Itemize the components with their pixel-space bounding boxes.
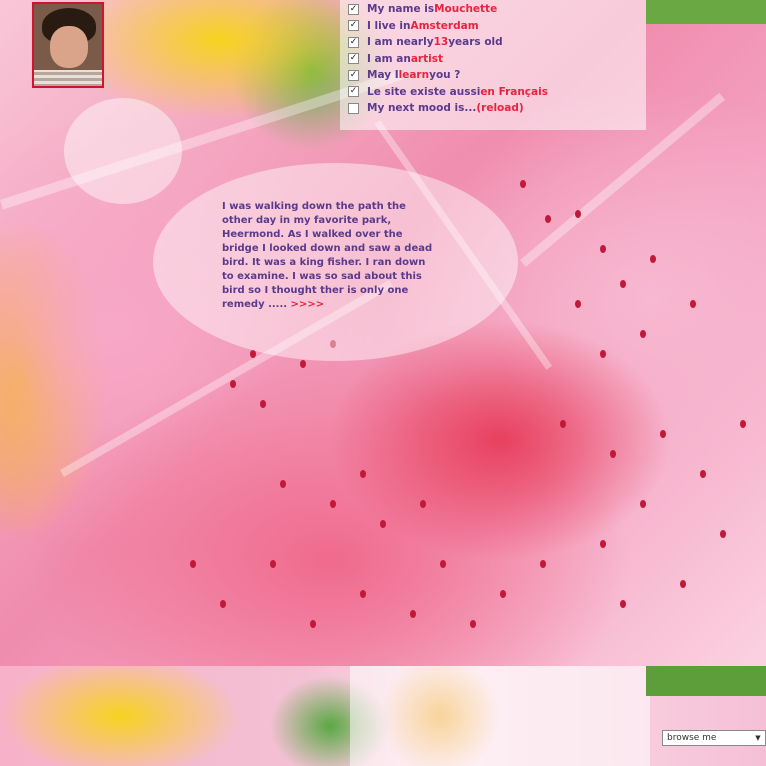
profile-item-label: Le site existe aussi	[367, 85, 481, 98]
petal-speckle	[440, 560, 446, 568]
background-leaf-patch	[646, 666, 766, 696]
story-text: I was walking down the path the other da…	[222, 200, 437, 312]
avatar-face	[50, 26, 88, 68]
petal-speckle	[740, 420, 746, 428]
petal-speckle	[270, 560, 276, 568]
petal-speckle	[650, 255, 656, 263]
petal-speckle	[660, 430, 666, 438]
profile-item-link[interactable]: (reload)	[476, 102, 523, 114]
profile-item-label: I live in	[367, 19, 411, 32]
petal-speckle	[620, 280, 626, 288]
petal-speckle	[360, 590, 366, 598]
profile-item-link[interactable]: Mouchette	[434, 3, 497, 15]
profile-item: ✓ I am nearly 13 years old	[348, 34, 548, 51]
petal-speckle	[280, 480, 286, 488]
petal-speckle	[230, 380, 236, 388]
checkbox[interactable]	[348, 102, 359, 114]
story-body: I was walking down the path the other da…	[222, 201, 433, 310]
profile-item-label: I am nearly	[367, 36, 434, 49]
petal-speckle	[610, 450, 616, 458]
petal-speckle	[410, 610, 416, 618]
profile-item: ✓ I am an artist	[348, 51, 548, 68]
background-leaf-patch	[646, 0, 766, 24]
petal-speckle	[260, 400, 266, 408]
petal-speckle	[640, 330, 646, 338]
avatar-shirt	[34, 70, 102, 86]
checkbox[interactable]: ✓	[348, 86, 359, 98]
petal-speckle	[310, 620, 316, 628]
profile-item-label: I am an	[367, 52, 411, 65]
petal-speckle	[540, 560, 546, 568]
profile-item-suffix: you ?	[429, 69, 461, 82]
petal-speckle	[620, 600, 626, 608]
profile-item-label: My name is	[367, 3, 435, 16]
petal-speckle	[220, 600, 226, 608]
petal-speckle	[600, 540, 606, 548]
petal-speckle	[250, 350, 256, 358]
browse-select[interactable]: browse me ▼	[662, 730, 766, 746]
profile-checklist: ✓ My name is Mouchette ✓ I live in Amsterda…	[348, 1, 548, 117]
small-bubble	[64, 98, 182, 204]
petal-speckle	[300, 360, 306, 368]
petal-speckle	[720, 530, 726, 538]
petal-speckle	[545, 215, 551, 223]
petal-speckle	[380, 520, 386, 528]
petal-speckle	[690, 300, 696, 308]
petal-speckle	[500, 590, 506, 598]
petal-speckle	[470, 620, 476, 628]
chevron-down-icon[interactable]: ▼	[751, 731, 765, 745]
profile-item: ✓ I live in Amsterdam	[348, 18, 548, 35]
checkbox[interactable]: ✓	[348, 53, 359, 65]
checkbox[interactable]: ✓	[348, 36, 359, 48]
petal-speckle	[575, 300, 581, 308]
story-more-link[interactable]: >>>>	[287, 299, 325, 310]
profile-item: ✓ May I learn you ?	[348, 67, 548, 84]
petal-speckle	[700, 470, 706, 478]
background-light-patch	[350, 666, 650, 766]
petal-speckle	[600, 350, 606, 358]
profile-item-label: My next mood is...	[367, 102, 477, 115]
petal-speckle	[575, 210, 581, 218]
petal-speckle	[520, 180, 526, 188]
petal-speckle	[560, 420, 566, 428]
profile-item-link[interactable]: artist	[411, 53, 443, 65]
petal-speckle	[360, 470, 366, 478]
background-bottom-strip	[0, 666, 766, 766]
profile-item-link[interactable]: Amsterdam	[410, 20, 478, 32]
checkbox[interactable]: ✓	[348, 20, 359, 32]
profile-item-link[interactable]: en Français	[480, 86, 548, 98]
profile-item: ✓ My name is Mouchette	[348, 1, 548, 18]
profile-item-suffix: years old	[448, 36, 503, 49]
browse-select-value: browse me	[667, 733, 717, 743]
profile-item-link[interactable]: 13	[434, 36, 449, 48]
profile-item: My next mood is... (reload)	[348, 100, 548, 117]
checkbox[interactable]: ✓	[348, 3, 359, 15]
checkbox[interactable]: ✓	[348, 69, 359, 81]
petal-speckle	[640, 500, 646, 508]
avatar[interactable]	[32, 2, 104, 88]
profile-item: ✓ Le site existe aussi en Français	[348, 84, 548, 101]
petal-speckle	[680, 580, 686, 588]
petal-speckle	[190, 560, 196, 568]
profile-item-label: May I	[367, 69, 399, 82]
petal-speckle	[600, 245, 606, 253]
profile-item-link[interactable]: learn	[399, 69, 429, 81]
petal-speckle	[330, 500, 336, 508]
petal-speckle	[420, 500, 426, 508]
